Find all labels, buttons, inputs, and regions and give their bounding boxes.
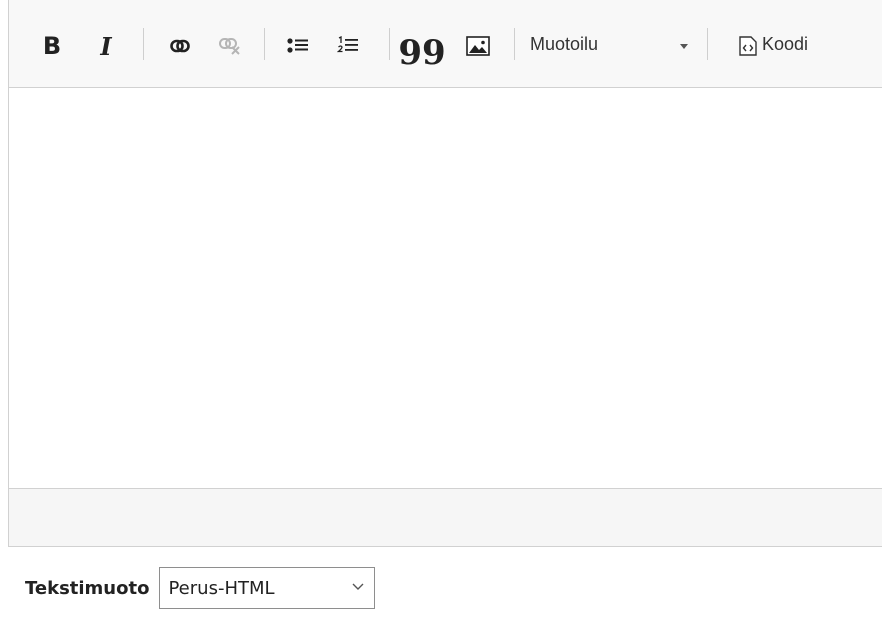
bulleted-list-icon <box>287 38 308 53</box>
toolbar-separator <box>514 28 515 60</box>
format-dropdown[interactable]: Muotoilu <box>521 26 701 66</box>
chevron-down-icon <box>680 44 688 49</box>
text-format-select[interactable]: Perus-HTML <box>159 567 376 609</box>
bold-icon: B <box>42 32 62 60</box>
format-dropdown-label: Muotoilu <box>530 34 599 54</box>
toolbar-separator <box>389 28 390 60</box>
image-icon <box>466 36 490 56</box>
editor-status-bar <box>9 489 882 546</box>
source-button[interactable]: Koodi <box>721 26 831 66</box>
bold-button[interactable]: B <box>35 29 69 63</box>
unlink-icon <box>219 38 240 55</box>
source-button-label: Koodi <box>762 34 809 54</box>
text-format-label: Tekstimuoto <box>25 577 150 599</box>
text-format-row: Tekstimuoto Perus-HTML <box>25 567 376 609</box>
link-button[interactable] <box>163 29 197 63</box>
text-format-selected-value: Perus-HTML <box>168 577 275 599</box>
toolbar-separator <box>707 28 708 60</box>
blockquote-button[interactable]: 99 <box>398 29 445 70</box>
bulleted-list-button[interactable] <box>281 29 315 63</box>
source-code-icon <box>739 36 757 56</box>
editor-toolbar: B I 99 Muotoilu Koodi <box>9 0 882 88</box>
toolbar-separator <box>264 28 265 60</box>
italic-button[interactable]: I <box>89 29 123 63</box>
chevron-down-icon <box>352 583 364 590</box>
editor-content-area[interactable] <box>9 88 882 489</box>
image-button[interactable] <box>461 29 495 63</box>
numbered-list-button[interactable] <box>331 29 365 63</box>
numbered-list-icon <box>337 36 358 53</box>
blockquote-icon: 99 <box>398 33 446 73</box>
unlink-button[interactable] <box>213 29 247 63</box>
italic-icon: I <box>100 31 112 61</box>
link-icon <box>170 39 190 53</box>
rich-text-editor: B I 99 Muotoilu Koodi <box>8 0 882 547</box>
toolbar-separator <box>143 28 144 60</box>
